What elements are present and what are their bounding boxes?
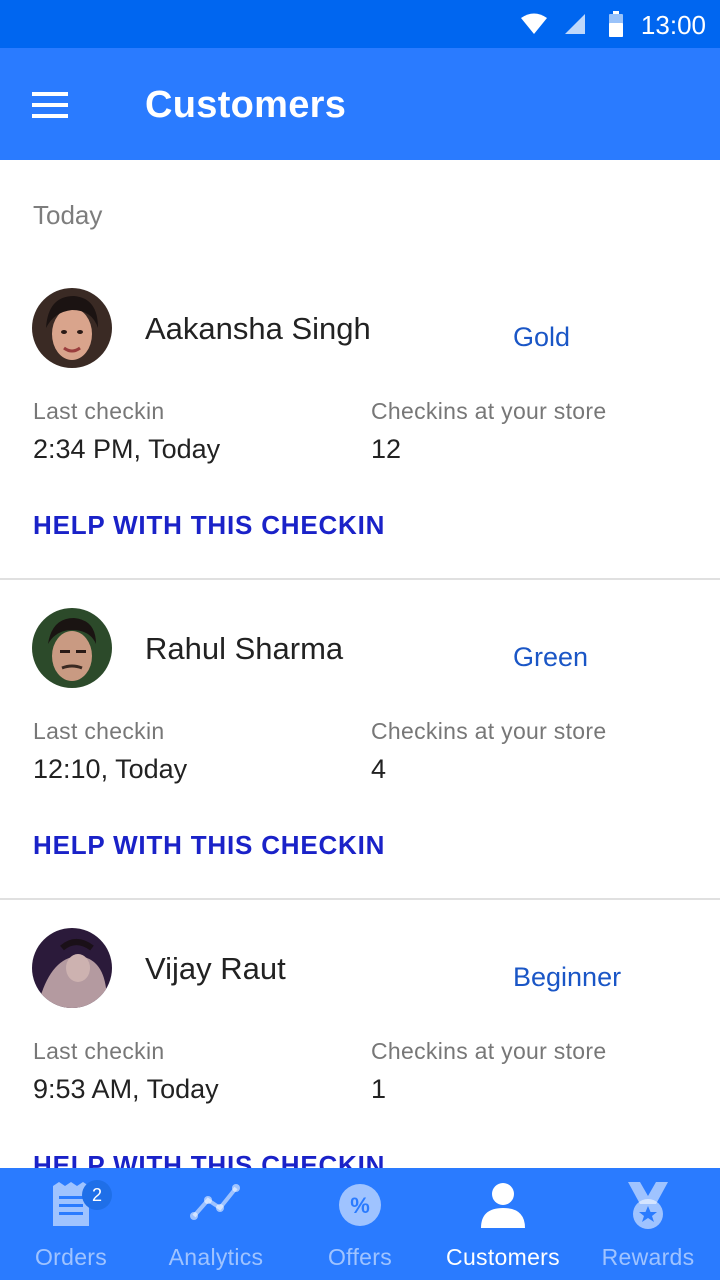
bottom-nav: 2 Orders Analytics % Offers Customers Re…	[0, 1168, 720, 1280]
customer-name: Vijay Raut	[145, 951, 286, 986]
nav-customers[interactable]: Customers	[430, 1168, 576, 1280]
last-checkin-label: Last checkin	[33, 398, 165, 424]
avatar	[32, 928, 112, 1008]
offers-icon: %	[339, 1184, 381, 1226]
svg-text:%: %	[350, 1193, 370, 1218]
nav-label: Analytics	[168, 1244, 264, 1270]
nav-label: Rewards	[601, 1244, 695, 1270]
help-checkin-button[interactable]: HELP WITH THIS CHECKIN	[33, 1150, 385, 1168]
menu-icon[interactable]	[32, 92, 68, 118]
avatar	[32, 608, 112, 688]
tier-badge: Green	[513, 642, 589, 672]
battery-icon	[609, 11, 623, 37]
checkins-value: 1	[371, 1074, 387, 1104]
tier-badge: Gold	[513, 322, 571, 352]
medal-icon	[628, 1182, 668, 1229]
signal-icon	[565, 14, 585, 34]
person-icon	[481, 1183, 525, 1228]
customer-name: Rahul Sharma	[145, 631, 344, 666]
avatar	[32, 288, 112, 368]
page-title: Customers	[145, 84, 347, 126]
help-checkin-button[interactable]: HELP WITH THIS CHECKIN	[33, 830, 385, 861]
nav-analytics[interactable]: Analytics	[142, 1168, 290, 1280]
nav-label: Orders	[34, 1244, 108, 1270]
status-bar: 13:00	[0, 0, 720, 48]
customer-name: Aakansha Singh	[145, 311, 371, 346]
tier-badge: Beginner	[513, 962, 622, 992]
app-bar: Customers	[0, 48, 720, 160]
nav-offers[interactable]: % Offers	[290, 1168, 430, 1280]
nav-label: Offers	[327, 1244, 392, 1270]
customer-card: Aakansha Singh Gold Last checkin 2:34 PM…	[0, 258, 720, 580]
customer-list[interactable]: Today Aakansha Singh Gold Last checkin 2…	[0, 160, 720, 1168]
last-checkin-label: Last checkin	[33, 1038, 165, 1064]
checkins-value: 12	[371, 434, 402, 464]
last-checkin-value: 9:53 AM, Today	[33, 1074, 219, 1104]
status-time: 13:00	[640, 10, 706, 40]
checkins-label: Checkins at your store	[371, 398, 607, 424]
wifi-icon	[521, 13, 547, 34]
last-checkin-label: Last checkin	[33, 718, 165, 744]
checkins-label: Checkins at your store	[371, 1038, 607, 1064]
help-checkin-button[interactable]: HELP WITH THIS CHECKIN	[33, 510, 385, 541]
last-checkin-value: 2:34 PM, Today	[33, 434, 221, 464]
analytics-icon	[190, 1184, 240, 1220]
last-checkin-value: 12:10, Today	[33, 754, 188, 784]
customer-card: Vijay Raut Beginner Last checkin 9:53 AM…	[0, 900, 720, 1168]
nav-label: Customers	[446, 1244, 560, 1270]
orders-badge: 2	[82, 1180, 112, 1210]
customer-card: Rahul Sharma Green Last checkin 12:10, T…	[0, 580, 720, 900]
nav-orders[interactable]: 2 Orders	[0, 1168, 142, 1280]
checkins-label: Checkins at your store	[371, 718, 607, 744]
nav-rewards[interactable]: Rewards	[576, 1168, 720, 1280]
section-label: Today	[33, 200, 103, 230]
checkins-value: 4	[371, 754, 387, 784]
